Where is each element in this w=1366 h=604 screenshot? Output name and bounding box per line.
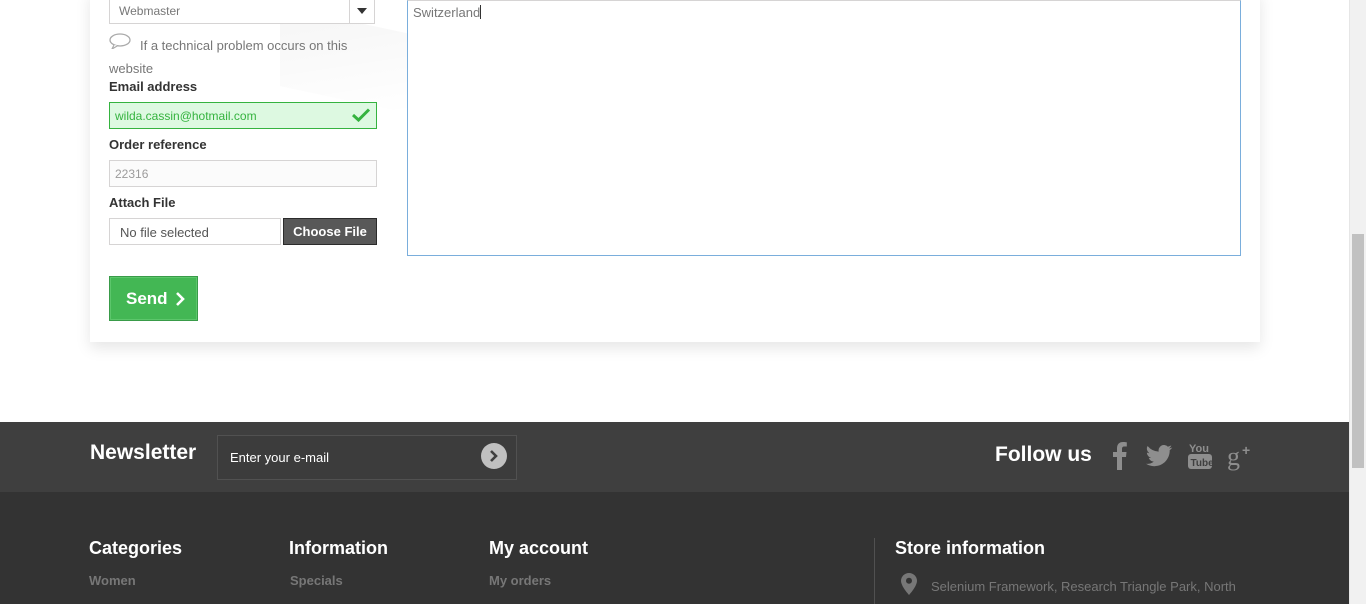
- order-reference-label: Order reference: [109, 137, 207, 152]
- facebook-icon[interactable]: [1105, 441, 1135, 471]
- send-button-label: Send: [126, 288, 168, 308]
- checkmark-icon: [352, 108, 370, 122]
- send-button[interactable]: Send: [109, 276, 198, 321]
- footer-link-women[interactable]: Women: [89, 573, 136, 588]
- file-name-display[interactable]: No file selected: [109, 218, 281, 245]
- email-field[interactable]: wilda.cassin@hotmail.com: [109, 102, 377, 129]
- follow-us-title: Follow us: [995, 443, 1092, 466]
- chevron-down-icon[interactable]: [349, 0, 374, 23]
- footer-categories-title: Categories: [89, 538, 183, 558]
- footer-link-my-orders[interactable]: My orders: [489, 573, 551, 588]
- google-plus-icon[interactable]: g +: [1226, 441, 1256, 471]
- footer-link-specials[interactable]: Specials: [290, 573, 343, 588]
- scrollbar-thumb[interactable]: [1352, 234, 1364, 468]
- attach-file-label: Attach File: [109, 195, 176, 210]
- arrow-right-icon: [490, 450, 498, 462]
- svg-text:+: +: [1242, 442, 1250, 458]
- email-value: wilda.cassin@hotmail.com: [115, 109, 257, 123]
- order-reference-value: 22316: [115, 167, 149, 181]
- order-reference-field[interactable]: 22316: [109, 160, 377, 187]
- choose-file-button[interactable]: Choose File: [283, 218, 377, 245]
- store-address: Selenium Framework, Research Triangle Pa…: [931, 579, 1236, 594]
- footer-account-title: My account: [489, 538, 589, 558]
- subject-hint: If a technical problem occurs on this we…: [109, 38, 348, 76]
- subject-select-value: Webmaster: [119, 4, 181, 18]
- message-value: Switzerland: [413, 5, 481, 20]
- footer-store-title: Store information: [895, 538, 1046, 558]
- footer-divider: [874, 538, 875, 604]
- subject-select[interactable]: Webmaster: [109, 0, 375, 24]
- svg-text:g: g: [1227, 442, 1240, 471]
- newsletter-submit-button[interactable]: [481, 443, 507, 469]
- svg-text:Tube: Tube: [1191, 458, 1215, 469]
- chevron-right-icon: [175, 291, 185, 306]
- text-caret: [480, 5, 482, 19]
- email-label: Email address: [109, 79, 198, 94]
- newsletter-placeholder: Enter your e-mail: [230, 450, 329, 465]
- newsletter-email-input[interactable]: Enter your e-mail: [217, 435, 517, 480]
- page-scrollbar[interactable]: [1349, 0, 1366, 604]
- footer-information-title: Information: [289, 538, 388, 558]
- youtube-icon[interactable]: You Tube: [1185, 441, 1215, 471]
- newsletter-title: Newsletter: [90, 441, 197, 464]
- message-textarea[interactable]: Switzerland: [407, 0, 1241, 256]
- map-pin-icon: [901, 573, 917, 595]
- svg-text:You: You: [1189, 443, 1209, 455]
- twitter-icon[interactable]: [1144, 441, 1174, 471]
